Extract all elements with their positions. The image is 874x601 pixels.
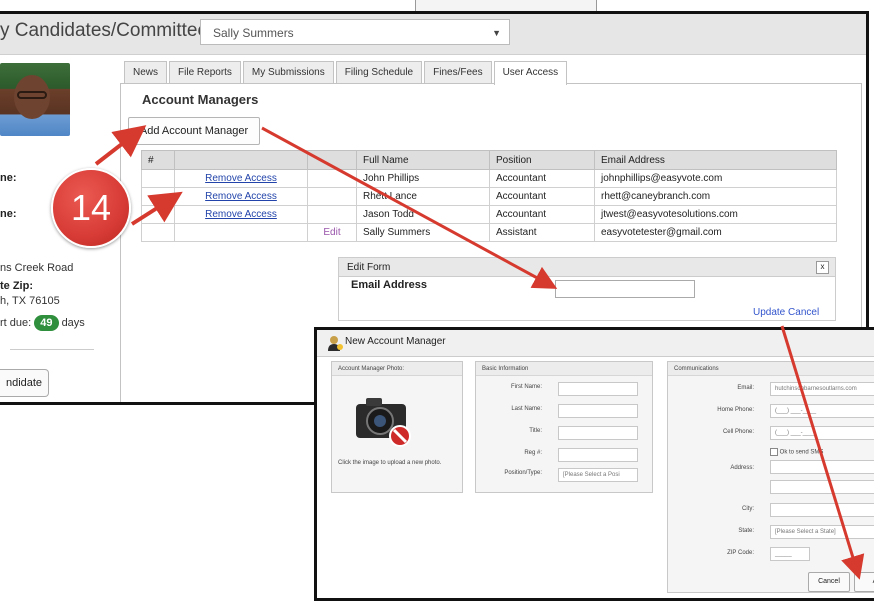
arrow-to-add-button (94, 125, 147, 166)
arrow-to-email-field (261, 126, 558, 289)
arrow-to-remove-access (130, 191, 183, 226)
annotation-arrows (94, 125, 865, 580)
arrow-to-add-dialog (780, 325, 865, 580)
